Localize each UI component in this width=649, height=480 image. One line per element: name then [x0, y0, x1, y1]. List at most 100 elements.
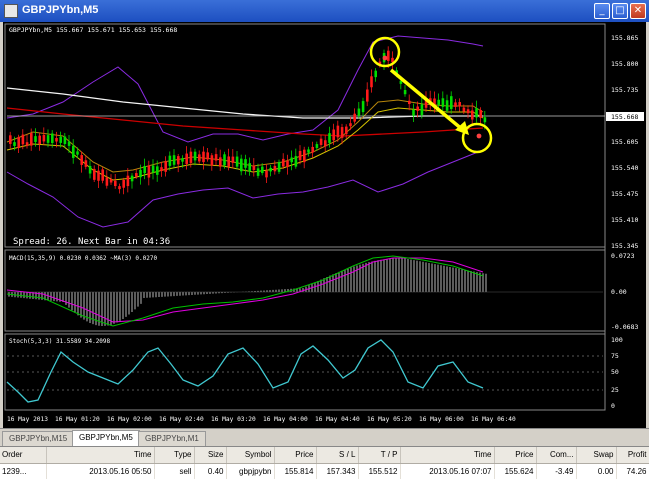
cell-size: 0.40	[194, 463, 227, 479]
candle-body	[252, 165, 256, 171]
col-commission[interactable]: Com...	[536, 447, 577, 464]
chart-info-label: GBPJPYbn,M5 155.667 155.671 155.653 155.…	[9, 26, 177, 34]
candle-body	[286, 160, 289, 167]
candle-body	[38, 135, 41, 145]
candle-body	[223, 154, 226, 166]
candle-body	[277, 162, 281, 172]
stoch-tick: 25	[611, 386, 619, 394]
price-axis-labels: 155.865 155.800 155.735 155.668 155.605 …	[606, 34, 644, 250]
candle-body	[450, 96, 453, 110]
cell-profit: 74.26	[616, 463, 649, 479]
chart-canvas[interactable]: GBPJPYbn,M5 155.667 155.671 155.653 155.…	[3, 22, 646, 428]
candle-body	[214, 154, 218, 161]
cell-symbol: gbpjpybn	[226, 463, 275, 479]
orders-panel: Order Time Type Size Symbol Price S / L …	[0, 446, 649, 480]
candle-body	[177, 156, 180, 165]
col-take-profit[interactable]: T / P	[358, 447, 401, 464]
spread-label: Spread: 26. Next Bar in 04:36	[13, 237, 170, 247]
col-open-price[interactable]: Price	[274, 447, 317, 464]
tab-gbpjpybn-m15[interactable]: GBPJPYbn,M15	[2, 431, 75, 446]
candle-body	[156, 166, 159, 175]
candle-body	[130, 175, 134, 182]
time-tick: 16 May 04:40	[315, 416, 360, 423]
candle-body	[13, 142, 16, 146]
tab-gbpjpybn-m5[interactable]: GBPJPYbn,M5	[72, 430, 140, 447]
candle-body	[63, 136, 67, 145]
current-price-tick: 155.668	[611, 113, 638, 121]
cell-order: 1239...	[0, 463, 47, 479]
candle-body	[72, 145, 75, 158]
col-close-price[interactable]: Price	[494, 447, 537, 464]
candle-body	[349, 123, 352, 127]
chart-window-icon	[4, 4, 18, 18]
candle-body	[454, 102, 457, 107]
col-symbol[interactable]: Symbol	[226, 447, 275, 464]
sell-entry-marker	[382, 55, 388, 61]
macd-main-line	[6, 255, 484, 327]
candle-body	[219, 157, 222, 167]
price-tick: 155.410	[611, 216, 638, 224]
candle-body	[471, 110, 474, 120]
candle-body	[17, 137, 20, 148]
time-tick: 16 May 06:40	[471, 416, 516, 423]
orders-table: Order Time Type Size Symbol Price S / L …	[0, 447, 649, 479]
candle-body	[97, 170, 100, 181]
price-chart[interactable]: GBPJPYbn,M5 155.667 155.671 155.653 155.…	[3, 22, 646, 428]
candle-body	[235, 156, 239, 167]
price-tick: 155.605	[611, 138, 638, 146]
candle-body	[332, 129, 335, 141]
candle-body	[135, 173, 138, 177]
maximize-icon[interactable]: □	[612, 3, 628, 19]
candle-body	[366, 89, 369, 102]
table-row[interactable]: 1239... 2013.05.16 05:50 sell 0.40 gbpjp…	[0, 463, 649, 479]
candle-body	[227, 156, 230, 167]
cell-close-time: 2013.05.16 07:07	[400, 463, 495, 479]
main-panel-frame	[4, 23, 606, 248]
ma-slow-white	[6, 87, 483, 119]
col-type[interactable]: Type	[154, 447, 195, 464]
col-profit[interactable]: Profit	[616, 447, 649, 464]
price-tick: 155.865	[611, 34, 638, 42]
cell-type: sell	[154, 463, 195, 479]
col-swap[interactable]: Swap	[576, 447, 617, 464]
candle-body	[9, 135, 12, 144]
candle-body	[324, 140, 327, 147]
title-bar[interactable]: GBPJPYbn,M5 _ □ ✕	[0, 0, 649, 22]
candle-body	[84, 160, 88, 167]
time-tick: 16 May 04:00	[263, 416, 308, 423]
minimize-icon[interactable]: _	[594, 3, 610, 19]
candle-body	[164, 161, 167, 172]
candle-body	[416, 106, 419, 111]
time-tick: 16 May 2013	[7, 416, 48, 423]
candle-body	[101, 169, 104, 181]
candle-body	[370, 76, 373, 88]
candle-body	[231, 156, 235, 163]
col-order[interactable]: Order	[0, 447, 47, 464]
price-tick: 155.475	[611, 190, 638, 198]
stoch-main-line	[6, 339, 484, 403]
candle-body	[307, 149, 310, 153]
macd-tick: 0.0723	[611, 252, 635, 260]
col-open-time[interactable]: Time	[46, 447, 155, 464]
close-icon[interactable]: ✕	[630, 3, 646, 19]
candle-body	[319, 138, 323, 145]
candle-body	[445, 100, 449, 111]
time-tick: 16 May 06:00	[419, 416, 464, 423]
candle-body	[122, 179, 125, 188]
candle-body	[151, 165, 155, 173]
candle-body	[290, 157, 293, 163]
stoch-tick: 0	[611, 402, 615, 410]
col-close-time[interactable]: Time	[400, 447, 495, 464]
candle-body	[387, 50, 390, 61]
candle-body	[256, 168, 260, 176]
candle-body	[114, 180, 117, 187]
stoch-tick: 50	[611, 368, 619, 376]
candle-body	[420, 104, 424, 116]
candle-body	[265, 170, 268, 178]
candle-body	[34, 136, 37, 142]
tab-gbpjpybn-m1[interactable]: GBPJPYbn,M1	[138, 431, 206, 446]
candle-body	[403, 90, 407, 95]
col-stop-loss[interactable]: S / L	[316, 447, 359, 464]
candle-body	[340, 127, 344, 138]
col-size[interactable]: Size	[194, 447, 227, 464]
